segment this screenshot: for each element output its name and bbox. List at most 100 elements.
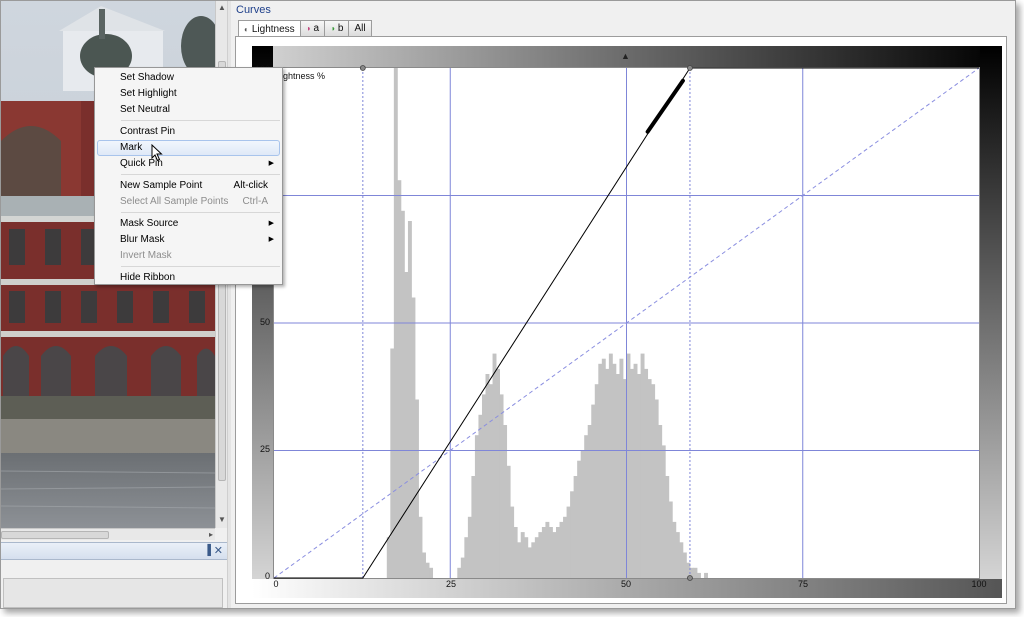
mouse-cursor-icon [151, 144, 163, 162]
menu-item-label: Contrast Pin [120, 126, 176, 137]
histogram-bar [570, 491, 575, 578]
histogram-bar [637, 374, 641, 578]
histogram-bar [651, 384, 656, 578]
image-horizontal-scrollbar[interactable]: ▸ [1, 528, 215, 540]
pin-icon[interactable]: ▐ [204, 545, 211, 556]
menu-item-contrast-pin[interactable]: Contrast Pin [97, 124, 280, 140]
curves-panel-title: Curves [236, 4, 271, 16]
histogram-bar [460, 557, 465, 578]
scroll-up-icon[interactable]: ▲ [217, 2, 227, 14]
x-tick-label: 25 [445, 579, 456, 589]
menu-item-label: New Sample Point [120, 180, 203, 191]
curve-plot-svg[interactable] [273, 65, 981, 581]
histogram-bar [517, 542, 522, 578]
curve-handle [359, 65, 366, 71]
menu-item-select-all-sample-points[interactable]: Select All Sample Points Ctrl-A [97, 194, 280, 210]
menu-item-label: Invert Mask [120, 250, 172, 261]
histogram-bar [693, 567, 698, 578]
histogram-bar [429, 567, 434, 578]
histogram-bar [577, 460, 582, 578]
tab-b[interactable]: ◑ b [324, 20, 350, 36]
histogram-bar [481, 394, 486, 578]
histogram-bar [548, 527, 553, 578]
histogram-bar [499, 394, 504, 578]
tab-label: All [354, 23, 366, 34]
menu-item-invert-mask[interactable]: Invert Mask [97, 248, 280, 264]
menu-item-label: Set Shadow [120, 72, 174, 83]
histogram-bar [672, 521, 677, 578]
menu-item-mask-source[interactable]: Mask Source ▶ [97, 216, 280, 232]
menu-separator [121, 212, 280, 213]
histogram-bar [665, 476, 670, 578]
curve-handle [687, 65, 693, 71]
histogram-bar [520, 532, 525, 578]
histogram-bar [704, 572, 708, 578]
histogram-bar [400, 210, 405, 579]
b-channel-icon: ◑ [330, 24, 335, 33]
menu-item-label: Mark [120, 142, 143, 153]
histogram-bar [474, 435, 479, 578]
histogram-bar [559, 521, 564, 578]
histogram-bar [510, 506, 515, 578]
histogram-bar [538, 532, 543, 578]
histogram-bar [422, 552, 426, 578]
lightness-icon: ◐ [244, 24, 249, 34]
histogram-bar [644, 368, 649, 578]
histogram-bar [467, 516, 472, 578]
menu-item-shortcut: Ctrl-A [242, 196, 268, 207]
histogram-bar [615, 374, 620, 578]
context-menu: Set Shadow Set Highlight Set Neutral Con… [94, 67, 283, 285]
curve-plot[interactable]: Lightness % [273, 65, 981, 581]
lower-docked-panel: ▐ ✕ [1, 542, 227, 608]
histogram-bar [608, 353, 613, 578]
channel-tabs: ◐ Lightness ◑ a ◑ b All [238, 20, 372, 37]
histogram-bar [415, 399, 419, 578]
menu-item-set-shadow[interactable]: Set Shadow [97, 70, 280, 86]
menu-item-set-highlight[interactable]: Set Highlight [97, 86, 280, 102]
menu-item-set-neutral[interactable]: Set Neutral [97, 102, 280, 118]
menu-item-hide-ribbon[interactable]: Hide Ribbon [97, 270, 280, 286]
histogram-bar [471, 476, 476, 578]
histogram-bar [545, 521, 550, 578]
menu-item-new-sample-point[interactable]: New Sample Point Alt-click [97, 178, 280, 194]
histogram-bar [513, 527, 518, 578]
curve-handle [687, 575, 693, 581]
histogram-bar [626, 353, 631, 578]
tab-label: Lightness [251, 23, 295, 35]
menu-item-label: Set Neutral [120, 104, 171, 115]
histogram-bar [601, 358, 606, 578]
submenu-arrow-icon: ▶ [268, 160, 274, 167]
axis-label: Lightness % [276, 71, 326, 81]
close-icon[interactable]: ✕ [214, 544, 223, 557]
histogram-bar [386, 537, 391, 578]
docked-panel-body [3, 578, 223, 608]
menu-item-shortcut: Alt-click [233, 180, 268, 191]
menu-item-mark[interactable]: Mark [97, 140, 280, 156]
histogram-bar [563, 516, 567, 578]
tab-lightness[interactable]: ◐ Lightness [238, 20, 301, 37]
scroll-right-icon[interactable]: ▸ [209, 529, 213, 541]
x-tick-label: 100 [971, 579, 987, 589]
histogram-bar [503, 425, 508, 578]
menu-item-label: Hide Ribbon [120, 272, 176, 283]
horizontal-scroll-thumb[interactable] [1, 531, 109, 539]
histogram-bar [633, 363, 638, 578]
docked-panel-header: ▐ ✕ [1, 542, 227, 560]
menu-item-blur-mask[interactable]: Blur Mask ▶ [97, 232, 280, 248]
histogram-bar [566, 506, 571, 578]
application-window: ▲ ▼ ▸ ▐ ✕ Curves ◐ Lightness ◑ a ◑ b All… [0, 0, 1016, 609]
scroll-down-icon[interactable]: ▼ [217, 514, 227, 526]
histogram-bar [485, 374, 490, 578]
histogram-bar [591, 404, 596, 578]
tab-all[interactable]: All [348, 20, 372, 36]
histogram-bar [531, 542, 536, 578]
y-tick-label: 50 [259, 317, 270, 327]
histogram-bar [478, 414, 483, 578]
histogram-bar [418, 516, 423, 578]
histogram-bar [647, 379, 652, 578]
menu-item-quick-pin[interactable]: Quick Pin ▶ [97, 156, 280, 172]
top-marker-icon[interactable]: ▲ [621, 51, 630, 61]
histogram-bar [534, 537, 539, 578]
tab-a[interactable]: ◑ a [299, 20, 326, 36]
menu-item-label: Select All Sample Points [120, 196, 229, 207]
